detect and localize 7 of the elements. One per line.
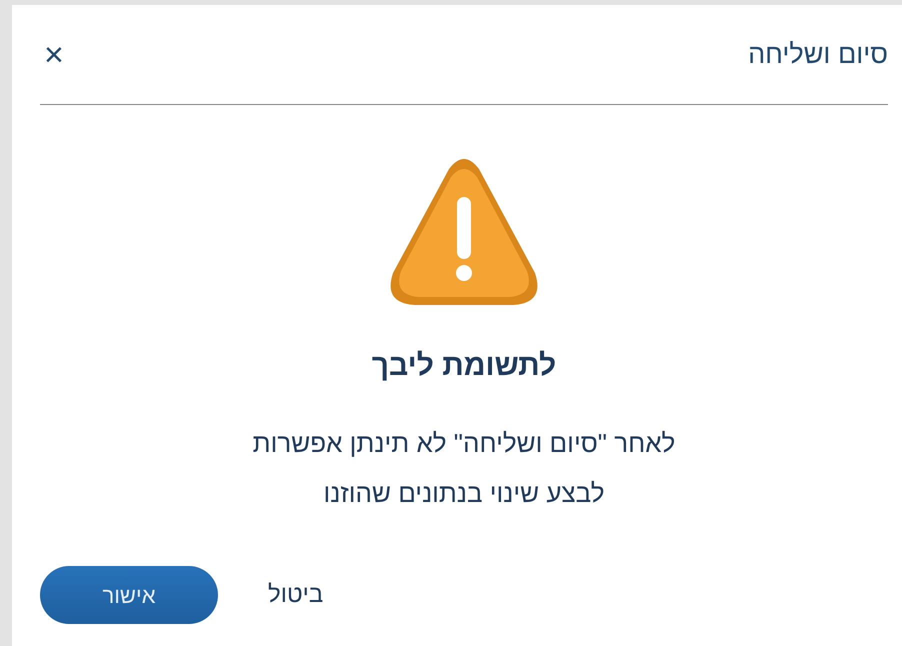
warning-message-line: לבצע שינוי בנתונים שהוזנו xyxy=(323,477,604,510)
close-button[interactable]: × xyxy=(40,38,68,72)
confirm-button[interactable]: אישור xyxy=(40,566,218,624)
warning-heading: לתשומת ליבך xyxy=(372,348,556,384)
warning-message-line: לאחר "סיום ושליחה" לא תינתן אפשרות xyxy=(252,427,676,460)
cancel-button[interactable]: ביטול xyxy=(264,577,328,613)
dialog-title: סיום ושליחה xyxy=(748,38,888,72)
